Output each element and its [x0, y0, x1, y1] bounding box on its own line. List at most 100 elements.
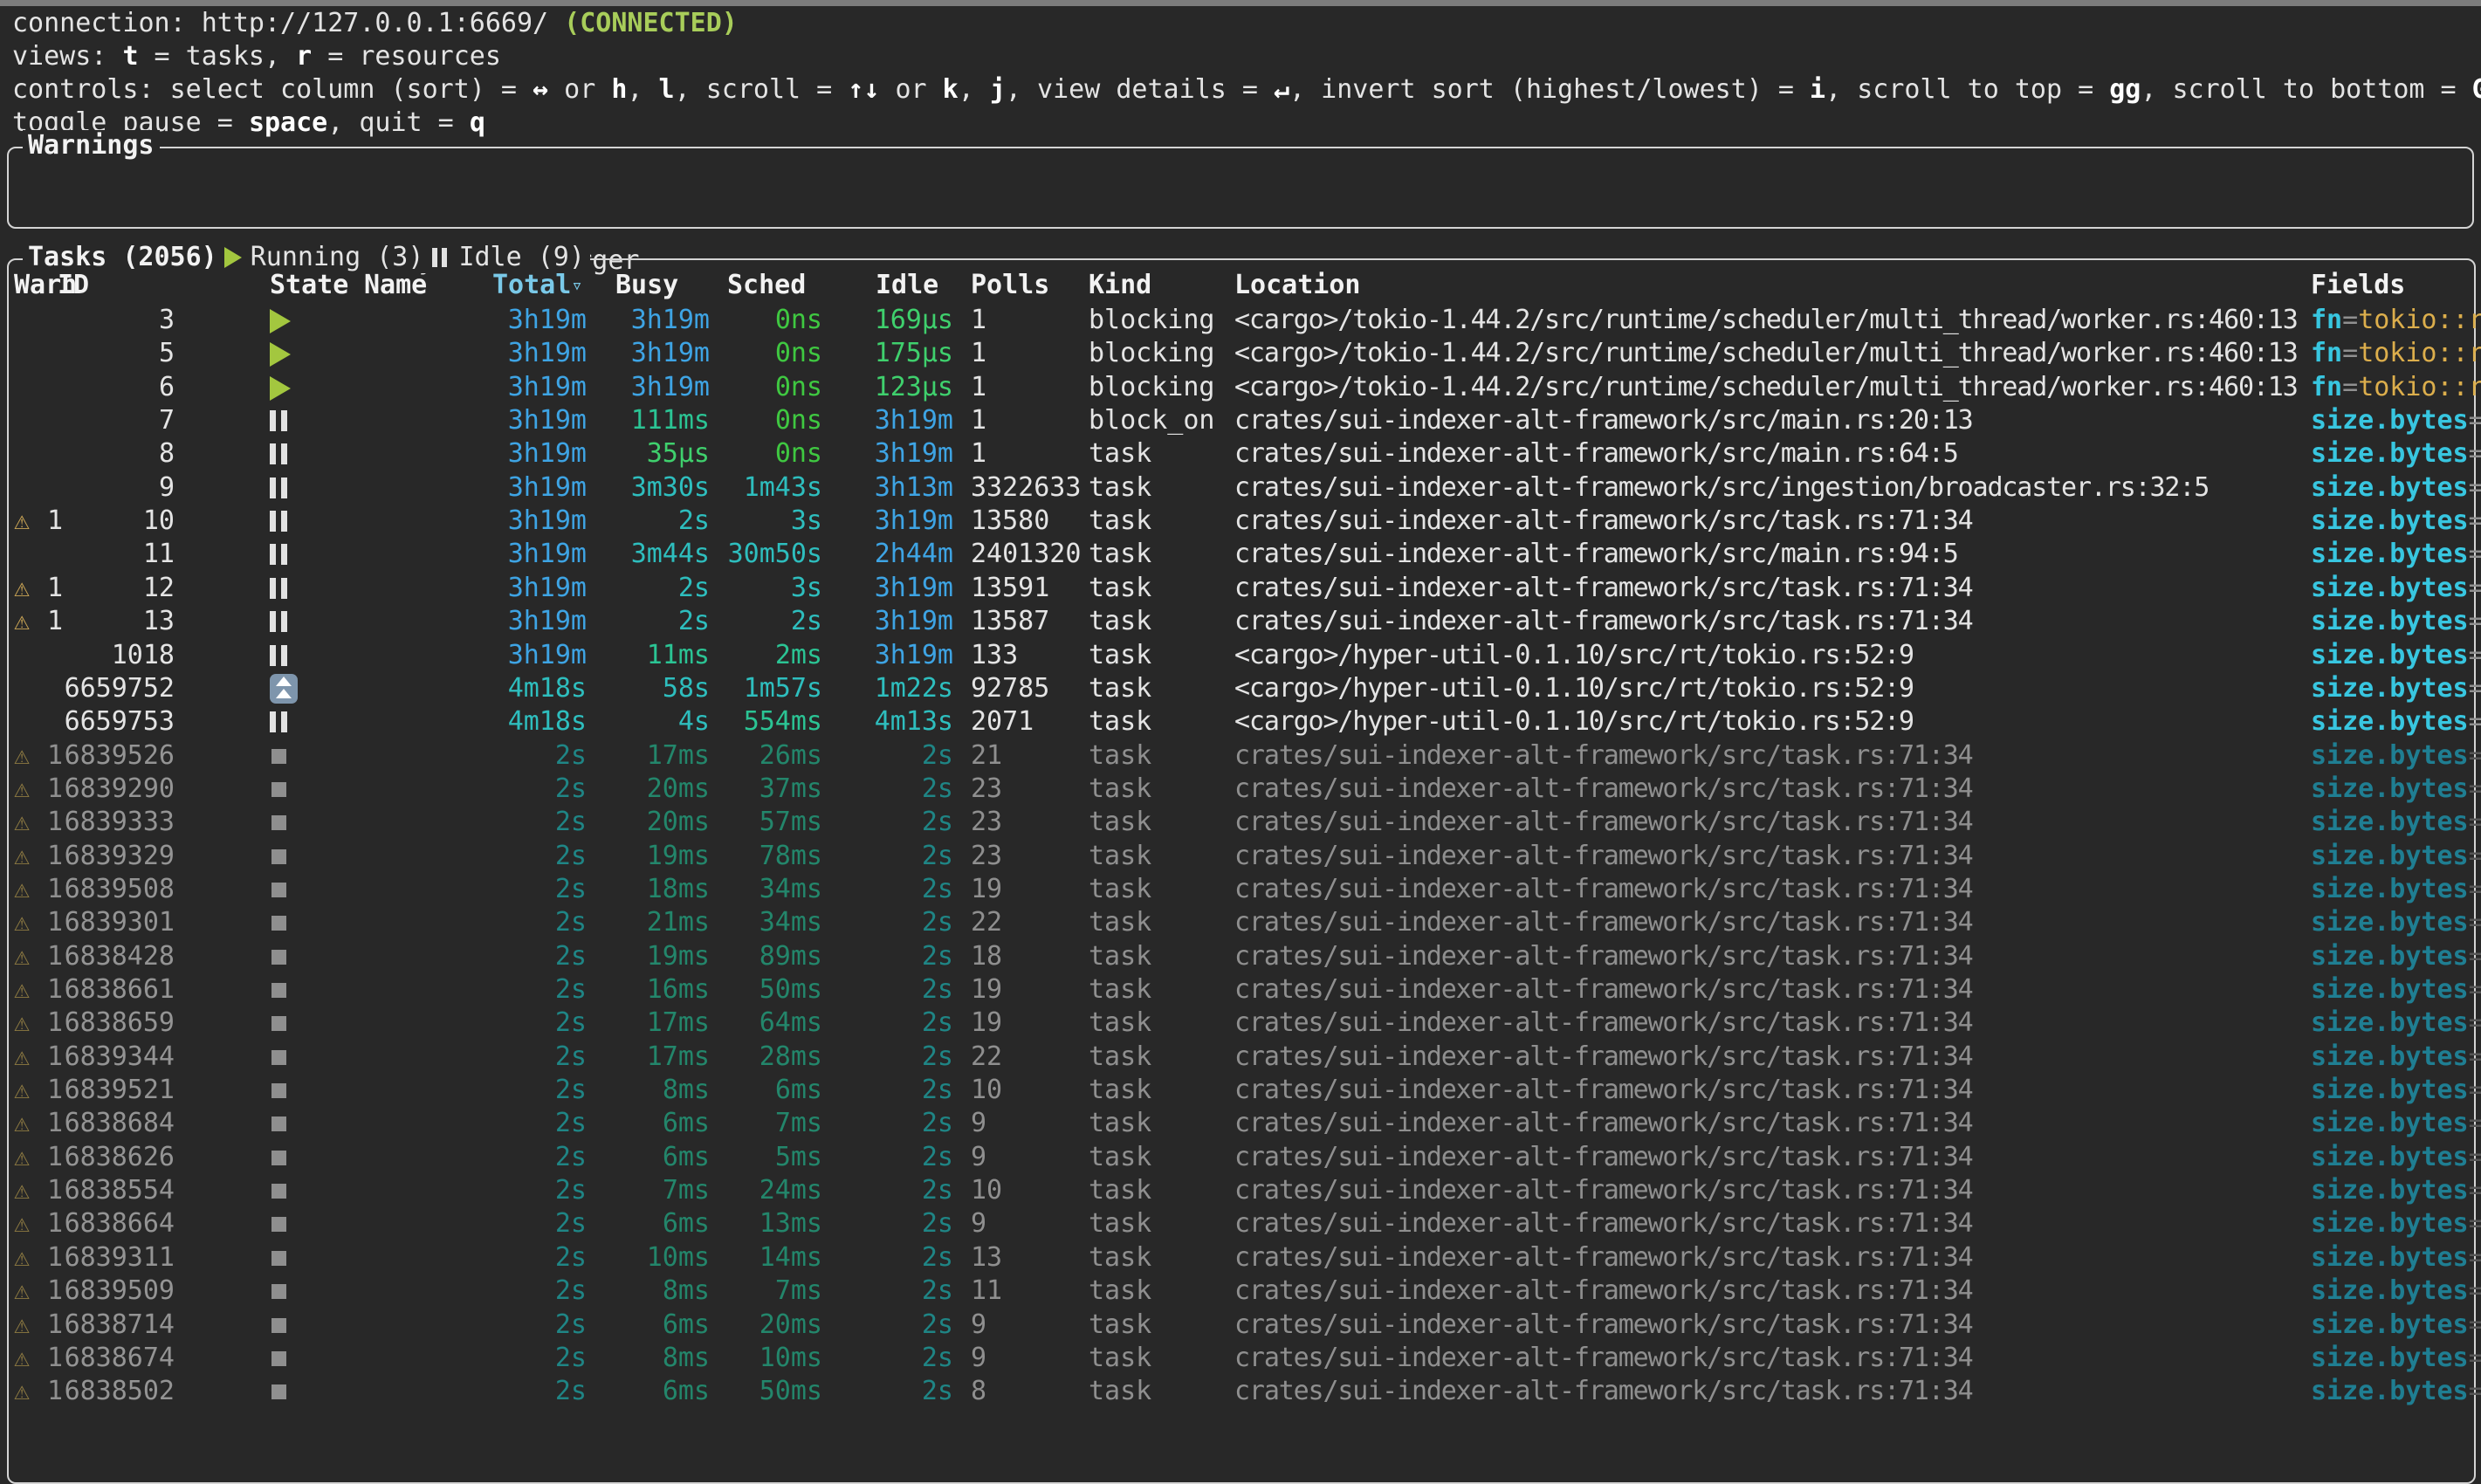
task-busy-duration: 17ms: [604, 739, 710, 773]
task-id: 7: [26, 404, 175, 437]
column-header-state[interactable]: State: [270, 269, 348, 302]
task-busy-duration: 6ms: [604, 1375, 710, 1408]
terminal-top-edge: [0, 0, 2481, 6]
task-idle-duration: 2s: [838, 840, 953, 873]
state-completed-icon: [271, 1116, 286, 1131]
task-location: crates/sui-indexer-alt-framework/src/tas…: [1234, 1007, 1973, 1040]
column-header-kind[interactable]: Kind: [1089, 269, 1151, 302]
task-row[interactable]: 10183h19m11ms2ms3h19m133task<cargo>/hype…: [2, 639, 2481, 672]
task-row[interactable]: 83h19m35µs0ns3h19m1taskcrates/sui-indexe…: [2, 437, 2481, 471]
task-fields: size.bytes=: [2311, 1007, 2481, 1040]
key-hint: ↔: [533, 74, 548, 105]
header-text: connection: http://127.0.0.1:6669/: [12, 8, 564, 38]
state-completed-icon: [271, 1217, 286, 1232]
task-fields: size.bytes=: [2311, 605, 2481, 638]
task-idle-duration: 1m22s: [838, 672, 953, 705]
task-row[interactable]: ⚠168386842s6ms7ms2s9taskcrates/sui-index…: [2, 1107, 2481, 1140]
task-total-duration: 2s: [419, 806, 587, 839]
task-row[interactable]: 66597524m18s58s1m57s1m22s92785task<cargo…: [2, 672, 2481, 705]
task-row[interactable]: ⚠168385022s6ms50ms2s8taskcrates/sui-inde…: [2, 1375, 2481, 1408]
task-id: 6838714: [26, 1309, 175, 1342]
task-row[interactable]: ⚠168395262s17ms26ms2s21taskcrates/sui-in…: [2, 739, 2481, 773]
column-header-polls[interactable]: Polls: [971, 269, 1049, 302]
task-row[interactable]: ⚠1123h19m2s3s3h19m13591taskcrates/sui-in…: [2, 572, 2481, 605]
task-row[interactable]: ⚠1103h19m2s3s3h19m13580taskcrates/sui-in…: [2, 505, 2481, 538]
task-idle-duration: 2s: [838, 1107, 953, 1140]
header-text: ,: [627, 74, 658, 105]
task-row[interactable]: 33h19m3h19m0ns169µs1blocking<cargo>/toki…: [2, 304, 2481, 337]
task-row[interactable]: ⚠168393112s10ms14ms2s13taskcrates/sui-in…: [2, 1241, 2481, 1274]
task-row[interactable]: 93h19m3m30s1m43s3h13m3322633taskcrates/s…: [2, 471, 2481, 505]
task-busy-duration: 10ms: [604, 1241, 710, 1274]
task-total-duration: 2s: [419, 1375, 587, 1408]
task-polls: 19: [971, 1007, 1002, 1040]
task-location: crates/sui-indexer-alt-framework/src/tas…: [1234, 1074, 1973, 1107]
table-column-headers: WarnIDStateNameTotal▿BusySchedIdlePollsK…: [2, 269, 2481, 302]
column-header-idle[interactable]: Idle: [876, 269, 938, 302]
task-row[interactable]: ⚠168393442s17ms28ms2s22taskcrates/sui-in…: [2, 1041, 2481, 1074]
column-header-total[interactable]: Total▿: [492, 269, 583, 303]
task-row[interactable]: 53h19m3h19m0ns175µs1blocking<cargo>/toki…: [2, 337, 2481, 370]
task-row[interactable]: 66597534m18s4s554ms4m13s2071task<cargo>/…: [2, 705, 2481, 739]
column-header-id[interactable]: ID: [58, 269, 89, 302]
task-fields: fn=tokio::r: [2311, 304, 2481, 337]
column-header-busy[interactable]: Busy: [615, 269, 678, 302]
column-header-location[interactable]: Location: [1234, 269, 1361, 302]
task-row[interactable]: ⚠168395082s18ms34ms2s19taskcrates/sui-in…: [2, 873, 2481, 906]
task-row[interactable]: 63h19m3h19m0ns123µs1blocking<cargo>/toki…: [2, 371, 2481, 404]
task-location: crates/sui-indexer-alt-framework/src/tas…: [1234, 1241, 1973, 1274]
task-fields: size.bytes=: [2311, 873, 2481, 906]
task-idle-duration: 2s: [838, 1241, 953, 1274]
key-hint: space: [249, 107, 327, 138]
task-row[interactable]: ⚠168386592s17ms64ms2s19taskcrates/sui-in…: [2, 1007, 2481, 1040]
task-kind: blocking: [1089, 371, 1215, 404]
task-row[interactable]: ⚠168386742s8ms10ms2s9taskcrates/sui-inde…: [2, 1342, 2481, 1375]
task-row[interactable]: ⚠168395092s8ms7ms2s11taskcrates/sui-inde…: [2, 1274, 2481, 1308]
task-row[interactable]: 73h19m111ms0ns3h19m1block_oncrates/sui-i…: [2, 404, 2481, 437]
task-location: crates/sui-indexer-alt-framework/src/tas…: [1234, 1174, 1973, 1207]
task-id: 6838684: [26, 1107, 175, 1140]
task-idle-duration: 3h13m: [838, 471, 953, 505]
task-row[interactable]: ⚠168386612s16ms50ms2s19taskcrates/sui-in…: [2, 973, 2481, 1007]
task-row[interactable]: ⚠168387142s6ms20ms2s9taskcrates/sui-inde…: [2, 1309, 2481, 1342]
task-row[interactable]: ⚠168386642s6ms13ms2s9taskcrates/sui-inde…: [2, 1207, 2481, 1240]
header-text: , quit =: [327, 107, 470, 138]
field-key: size.bytes: [2311, 1007, 2469, 1038]
task-busy-duration: 3m44s: [604, 538, 710, 571]
key-hint: q: [470, 107, 485, 138]
task-sched-duration: 2ms: [716, 639, 822, 672]
task-polls: 1: [971, 304, 986, 337]
task-total-duration: 3h19m: [419, 505, 587, 538]
field-key: size.bytes: [2311, 1208, 2469, 1239]
task-id: 6839311: [26, 1241, 175, 1274]
task-sched-duration: 28ms: [716, 1041, 822, 1074]
task-row[interactable]: ⚠168393292s19ms78ms2s23taskcrates/sui-in…: [2, 840, 2481, 873]
task-location: crates/sui-indexer-alt-framework/src/mai…: [1234, 538, 1958, 571]
task-row[interactable]: ⚠168392902s20ms37ms2s23taskcrates/sui-in…: [2, 773, 2481, 806]
task-id: 6839301: [26, 906, 175, 939]
task-row[interactable]: ⚠1133h19m2s2s3h19m13587taskcrates/sui-in…: [2, 605, 2481, 638]
task-id: 6: [26, 371, 175, 404]
column-header-fields[interactable]: Fields: [2311, 269, 2405, 302]
task-sched-duration: 24ms: [716, 1174, 822, 1207]
task-row[interactable]: ⚠168393012s21ms34ms2s22taskcrates/sui-in…: [2, 906, 2481, 939]
task-row[interactable]: ⚠168386262s6ms5ms2s9taskcrates/sui-index…: [2, 1141, 2481, 1174]
field-equals: =: [2469, 1242, 2481, 1273]
column-header-sched[interactable]: Sched: [727, 269, 806, 302]
task-row[interactable]: ⚠168395212s8ms6ms2s10taskcrates/sui-inde…: [2, 1074, 2481, 1107]
column-header-name[interactable]: Name: [364, 269, 427, 302]
task-polls: 21: [971, 739, 1002, 773]
field-equals: =: [2469, 1007, 2481, 1038]
task-idle-duration: 2s: [838, 1041, 953, 1074]
task-row[interactable]: ⚠168384282s19ms89ms2s18taskcrates/sui-in…: [2, 940, 2481, 973]
task-row[interactable]: 113h19m3m44s30m50s2h44m2401320taskcrates…: [2, 538, 2481, 571]
field-equals: =: [2469, 1142, 2481, 1172]
task-idle-duration: 3h19m: [838, 404, 953, 437]
header-text: = resources: [312, 41, 501, 72]
task-polls: 8: [971, 1375, 986, 1408]
task-idle-duration: 3h19m: [838, 639, 953, 672]
task-polls: 22: [971, 1041, 1002, 1074]
field-equals: =: [2469, 740, 2481, 771]
task-row[interactable]: ⚠168393332s20ms57ms2s23taskcrates/sui-in…: [2, 806, 2481, 839]
task-row[interactable]: ⚠168385542s7ms24ms2s10taskcrates/sui-ind…: [2, 1174, 2481, 1207]
